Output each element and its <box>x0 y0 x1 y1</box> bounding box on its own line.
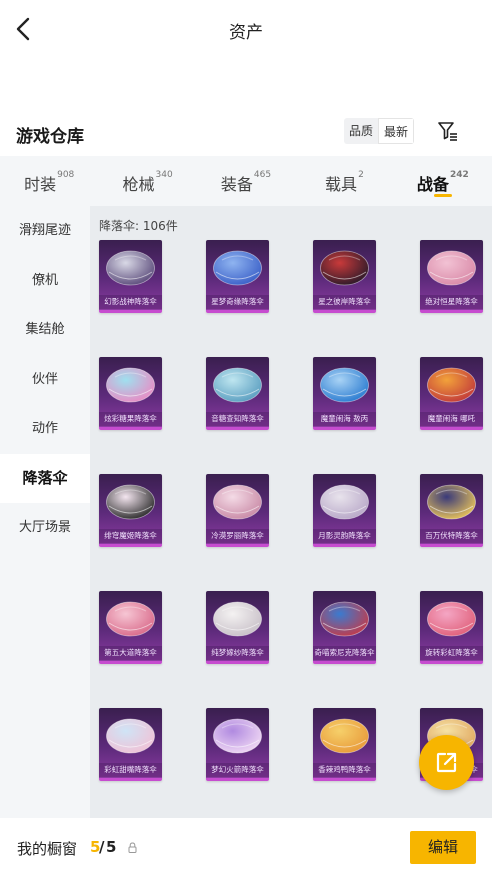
tab-count: 465 <box>253 170 272 180</box>
item-card[interactable]: 冷漠罗丽降落伞 <box>206 474 269 547</box>
tab-fashion[interactable]: 时装908 <box>0 156 98 206</box>
item-card[interactable]: 月影灵韵降落伞 <box>313 474 376 547</box>
item-card[interactable]: 旋转彩虹降落伞 <box>420 591 483 664</box>
sidebar: 滑翔尾迹 僚机 集结舱 伙伴 动作 降落伞 大厅场景 <box>0 206 90 818</box>
item-card[interactable]: 百万伏特降落伞 <box>420 474 483 547</box>
parachute-icon <box>106 367 155 403</box>
item-name: 香辣鸡鸭降落伞 <box>313 763 376 777</box>
item-name: 冷漠罗丽降落伞 <box>206 529 269 543</box>
item-card[interactable]: 星之彼岸降落伞 <box>313 240 376 313</box>
parachute-icon <box>213 250 262 286</box>
showcase-label: 我的橱窗 <box>17 840 78 858</box>
page-title: 资产 <box>229 23 263 43</box>
active-tab-indicator <box>433 194 452 197</box>
parachute-icon <box>106 718 155 754</box>
parachute-icon <box>427 601 476 637</box>
item-name: 纯梦嫁纱降落伞 <box>206 646 269 660</box>
parachute-icon <box>427 250 476 286</box>
filter-icon[interactable] <box>437 120 459 142</box>
parachute-icon <box>213 484 262 520</box>
parachute-icon <box>320 601 369 637</box>
sidebar-item-emote[interactable]: 动作 <box>0 404 90 454</box>
parachute-icon <box>106 601 155 637</box>
item-name: 第五大道降落伞 <box>99 646 162 660</box>
parachute-icon <box>213 367 262 403</box>
sidebar-item-glide-trail[interactable]: 滑翔尾迹 <box>0 206 90 256</box>
parachute-icon <box>320 367 369 403</box>
item-card[interactable]: 魔童闹海 敖丙 <box>313 357 376 430</box>
item-name: 炫彩糖果降落伞 <box>99 412 162 426</box>
edit-button[interactable]: 编辑 <box>410 831 476 864</box>
item-name: 百万伏特降落伞 <box>420 529 483 543</box>
item-name: 绝对恒星降落伞 <box>420 295 483 309</box>
item-name: 星之彼岸降落伞 <box>313 295 376 309</box>
sidebar-item-rally-pod[interactable]: 集结舱 <box>0 305 90 355</box>
tab-combat-gear[interactable]: 战备242 <box>394 156 492 206</box>
bottom-bar: 我的橱窗 5 / 5 编辑 <box>0 818 492 876</box>
tab-count: 340 <box>155 170 173 180</box>
category-tabs: 时装908 枪械340 装备465 载具2 战备242 <box>0 156 492 206</box>
sidebar-item-parachute[interactable]: 降落伞 <box>0 453 90 503</box>
item-name: 彩虹甜嘴降落伞 <box>99 763 162 777</box>
item-name: 幻影战神降落伞 <box>99 295 162 309</box>
sort-newest-button[interactable]: 最新 <box>378 118 415 144</box>
item-name: 奇喵索尼克降落伞 <box>313 646 376 660</box>
item-count-label: 降落伞: 106件 <box>99 219 178 233</box>
item-card[interactable]: 彩虹甜嘴降落伞 <box>99 708 162 781</box>
item-card[interactable]: 幻影战神降落伞 <box>99 240 162 313</box>
item-card[interactable]: 星梦奇缘降落伞 <box>206 240 269 313</box>
showcase-separator: / <box>99 838 105 856</box>
tab-count: 2 <box>358 170 364 180</box>
item-name: 绯穹魔姬降落伞 <box>99 529 162 543</box>
parachute-icon <box>427 367 476 403</box>
warehouse-title: 游戏仓库 <box>16 127 84 147</box>
item-name: 魔童闹海 哪吒 <box>420 412 483 426</box>
item-name: 星梦奇缘降落伞 <box>206 295 269 309</box>
warehouse-header: 游戏仓库 品质 最新 <box>0 110 492 156</box>
parachute-icon <box>106 484 155 520</box>
parachute-icon <box>320 250 369 286</box>
tab-count: 242 <box>449 170 469 180</box>
parachute-icon <box>213 718 262 754</box>
item-card[interactable]: 绝对恒星降落伞 <box>420 240 483 313</box>
item-card[interactable]: 奇喵索尼克降落伞 <box>313 591 376 664</box>
lock-icon <box>128 842 137 853</box>
sidebar-item-wingman[interactable]: 僚机 <box>0 256 90 306</box>
parachute-icon <box>427 484 476 520</box>
sort-quality-button[interactable]: 品质 <box>344 118 378 144</box>
share-icon <box>436 752 457 773</box>
item-card[interactable]: 第五大道降落伞 <box>99 591 162 664</box>
sidebar-item-lobby-scene[interactable]: 大厅场景 <box>0 503 90 553</box>
item-card[interactable]: 炫彩糖果降落伞 <box>99 357 162 430</box>
parachute-icon <box>320 718 369 754</box>
item-card[interactable]: 音糖查知降落伞 <box>206 357 269 430</box>
tab-equipment[interactable]: 装备465 <box>197 156 295 206</box>
item-name: 魔童闹海 敖丙 <box>313 412 376 426</box>
parachute-icon <box>106 250 155 286</box>
tab-weapons[interactable]: 枪械340 <box>98 156 196 206</box>
item-card[interactable]: 纯梦嫁纱降落伞 <box>206 591 269 664</box>
item-grid: 降落伞: 106件 幻影战神降落伞 星梦奇缘降落伞 星之彼岸降落伞 绝对恒星降落伞炫彩… <box>90 206 492 818</box>
share-button[interactable] <box>419 735 474 790</box>
item-name: 音糖查知降落伞 <box>206 412 269 426</box>
showcase-total-count: 5 <box>106 838 117 856</box>
parachute-icon <box>320 484 369 520</box>
parachute-icon <box>213 601 262 637</box>
sort-toggle: 品质 最新 <box>344 118 415 144</box>
top-bar: 资产 <box>0 0 492 58</box>
tab-count: 908 <box>57 170 75 180</box>
tab-vehicles[interactable]: 载具2 <box>295 156 393 206</box>
item-name: 旋转彩虹降落伞 <box>420 646 483 660</box>
item-card[interactable]: 梦幻火箭降落伞 <box>206 708 269 781</box>
item-name: 梦幻火箭降落伞 <box>206 763 269 777</box>
item-card[interactable]: 绯穹魔姬降落伞 <box>99 474 162 547</box>
sidebar-item-companion[interactable]: 伙伴 <box>0 355 90 405</box>
item-card[interactable]: 香辣鸡鸭降落伞 <box>313 708 376 781</box>
item-name: 月影灵韵降落伞 <box>313 529 376 543</box>
item-card[interactable]: 魔童闹海 哪吒 <box>420 357 483 430</box>
